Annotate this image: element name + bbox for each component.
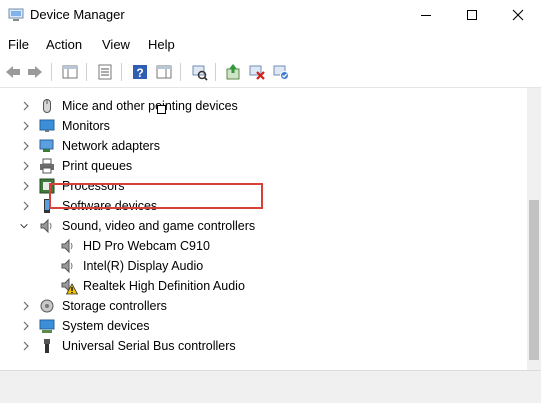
- tree-item-label: Realtek High Definition Audio: [83, 279, 245, 293]
- tree-item-label: Network adapters: [62, 139, 160, 153]
- svg-text:?: ?: [136, 66, 143, 80]
- mouse-icon: [43, 99, 51, 113]
- uninstall-device-button[interactable]: [246, 61, 268, 83]
- tree-item-network-adapters[interactable]: Network adapters: [0, 136, 527, 156]
- speaker-icon: [40, 218, 52, 234]
- menu-view[interactable]: View: [102, 37, 130, 52]
- maximize-icon: [467, 10, 477, 20]
- tree-item-intel-display-audio[interactable]: Intel(R) Display Audio: [0, 256, 527, 276]
- tree-item-hd-pro-webcam[interactable]: HD Pro Webcam C910: [0, 236, 527, 256]
- minimize-icon: [421, 15, 431, 16]
- tree-item-usb-controllers[interactable]: Universal Serial Bus controllers: [0, 336, 527, 356]
- storage-controller-icon: [40, 299, 54, 313]
- chevron-right-icon[interactable]: [21, 140, 31, 152]
- system-device-icon: [39, 319, 55, 333]
- tree-item-label: Sound, video and game controllers: [62, 219, 256, 233]
- tree-item-label: Mice and other pointing devices: [62, 99, 238, 113]
- forward-button[interactable]: [24, 61, 46, 83]
- chevron-right-icon[interactable]: [21, 300, 31, 312]
- toolbar: ?: [0, 57, 541, 88]
- menu-file[interactable]: File: [8, 37, 29, 52]
- properties-button[interactable]: [94, 61, 116, 83]
- tree-item-system-devices[interactable]: System devices: [0, 316, 527, 336]
- close-icon: [512, 9, 524, 21]
- speaker-icon: [61, 238, 73, 254]
- toolbar-separator: [86, 63, 87, 81]
- tree-item-label: Intel(R) Display Audio: [83, 259, 204, 273]
- scan-hardware-button[interactable]: [188, 61, 210, 83]
- action-pane-icon: [156, 65, 172, 79]
- toolbar-separator: [51, 63, 52, 81]
- help-button[interactable]: ?: [129, 61, 151, 83]
- disable-device-icon: [273, 65, 289, 80]
- forward-icon: [28, 66, 42, 78]
- minimize-button[interactable]: [403, 0, 449, 30]
- chevron-right-icon[interactable]: [21, 340, 31, 352]
- tree-item-sound-video-game[interactable]: Sound, video and game controllers: [0, 216, 527, 236]
- scrollbar-thumb[interactable]: [529, 200, 539, 360]
- show-hide-console-tree-icon: [62, 65, 78, 79]
- action-pane-button[interactable]: [153, 61, 175, 83]
- tree-item-print-queues[interactable]: Print queues: [0, 156, 527, 176]
- chevron-down-icon[interactable]: [19, 220, 29, 232]
- tree-item-monitors[interactable]: Monitors: [0, 116, 527, 136]
- printer-icon: [40, 158, 54, 174]
- tree-item-mice[interactable]: Mice and other pointing devices: [0, 96, 527, 116]
- menu-bar: File Action View Help: [0, 33, 541, 55]
- disable-device-button[interactable]: [270, 61, 292, 83]
- tree-item-label: Storage controllers: [62, 299, 167, 313]
- device-manager-icon: [8, 8, 24, 21]
- tree-item-label: HD Pro Webcam C910: [83, 239, 210, 253]
- window-title: Device Manager: [30, 7, 125, 22]
- mouse-cursor: [157, 105, 166, 114]
- speaker-icon: [61, 258, 73, 274]
- highlight-box: [49, 183, 263, 209]
- tree-item-label: System devices: [62, 319, 150, 333]
- title-bar: Device Manager: [0, 0, 541, 30]
- tree-item-storage-controllers[interactable]: Storage controllers: [0, 296, 527, 316]
- vertical-scrollbar[interactable]: [527, 88, 541, 370]
- update-driver-icon: [226, 64, 240, 80]
- toolbar-separator: [121, 63, 122, 81]
- chevron-right-icon[interactable]: [21, 200, 31, 212]
- chevron-right-icon[interactable]: [21, 320, 31, 332]
- tree-item-label: Monitors: [62, 119, 110, 133]
- chevron-right-icon[interactable]: [21, 120, 31, 132]
- speaker-warning-icon: [61, 277, 78, 295]
- chevron-right-icon[interactable]: [21, 180, 31, 192]
- back-icon: [6, 66, 20, 78]
- tree-item-label: Universal Serial Bus controllers: [62, 339, 236, 353]
- menu-action[interactable]: Action: [46, 37, 82, 52]
- maximize-button[interactable]: [449, 0, 495, 30]
- toolbar-separator: [215, 63, 216, 81]
- tree-item-label: Print queues: [62, 159, 133, 173]
- menu-help[interactable]: Help: [148, 37, 175, 52]
- scan-hardware-icon: [192, 65, 208, 81]
- tree-item-realtek-audio[interactable]: Realtek High Definition Audio: [0, 276, 527, 296]
- monitor-icon: [39, 119, 55, 132]
- toolbar-separator: [180, 63, 181, 81]
- device-tree: Mice and other pointing devices Monitors…: [0, 88, 527, 370]
- network-adapter-icon: [39, 139, 54, 152]
- close-button[interactable]: [495, 0, 541, 30]
- back-button[interactable]: [2, 61, 24, 83]
- help-icon: ?: [133, 65, 147, 80]
- properties-icon: [98, 64, 112, 80]
- chevron-right-icon[interactable]: [21, 160, 31, 172]
- uninstall-device-icon: [249, 65, 265, 80]
- show-hide-console-tree-button[interactable]: [59, 61, 81, 83]
- chevron-right-icon[interactable]: [21, 100, 31, 112]
- update-driver-button[interactable]: [222, 61, 244, 83]
- status-bar: [0, 370, 541, 403]
- usb-icon: [44, 339, 50, 353]
